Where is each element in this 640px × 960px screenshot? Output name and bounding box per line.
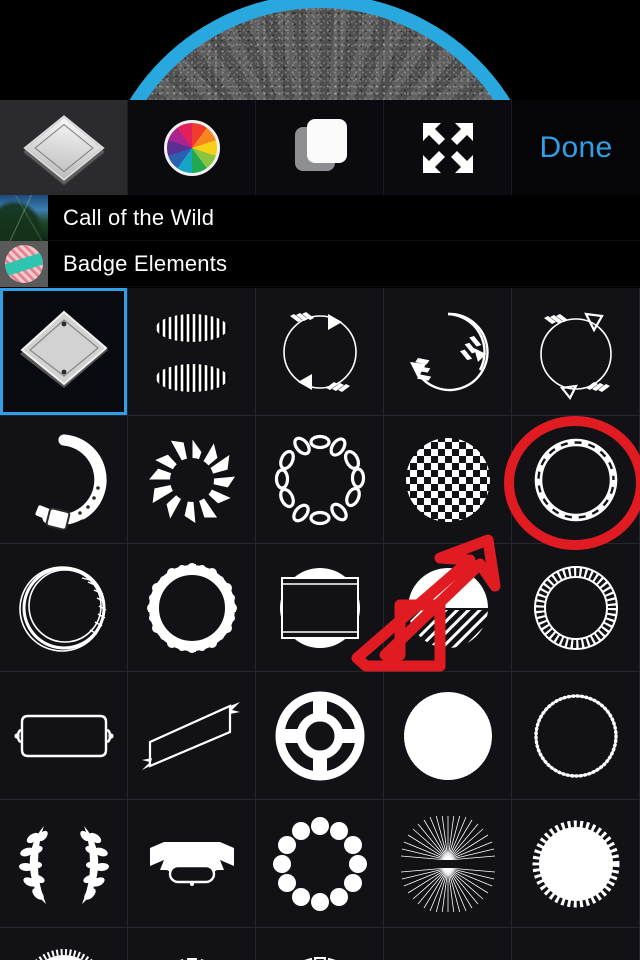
grid-item-life-ring[interactable] [256, 672, 384, 800]
grid-item-arrow-circle-a[interactable] [256, 288, 384, 416]
category-row-badge-elements[interactable]: Badge Elements [0, 240, 640, 287]
diamond-badge-icon [22, 111, 105, 185]
badge-element-grid [0, 288, 640, 960]
grid-item-checker-circle[interactable] [384, 416, 512, 544]
expand-arrows-icon [419, 119, 477, 177]
forest-photo-thumb [0, 194, 48, 241]
grid-item-arrow-circle-b[interactable] [384, 288, 512, 416]
grid-item-flame-blade-ring[interactable] [128, 416, 256, 544]
grid-item-diagonal-ribbon[interactable] [128, 672, 256, 800]
grid-item-striped-lens-pair[interactable] [128, 288, 256, 416]
app-root: Done Call of the Wild Badge Elements [0, 0, 640, 960]
grid-item-arrow-circle-c[interactable] [512, 288, 640, 416]
grid-item-dot-bead-ring[interactable] [256, 800, 384, 928]
grid-item-ribbon-banner[interactable] [128, 800, 256, 928]
tool-color[interactable] [128, 100, 256, 195]
grid-item-empty-slot[interactable] [384, 928, 512, 960]
grid-item-chain-ring[interactable] [256, 416, 384, 544]
category-list: Call of the Wild Badge Elements [0, 194, 640, 288]
category-label: Call of the Wild [63, 204, 215, 230]
color-wheel-icon [163, 119, 220, 176]
grid-item-dotted-ring[interactable] [512, 672, 640, 800]
tool-shape[interactable] [0, 100, 128, 195]
grid-item-laurel-wreath[interactable] [0, 800, 128, 928]
grid-item-sunburst-fan-pair[interactable] [384, 800, 512, 928]
grid-item-belt-buckle-ring[interactable] [0, 416, 128, 544]
grid-item-hatched-ring[interactable] [512, 544, 640, 672]
grid-item-circle-arc[interactable] [512, 928, 640, 960]
grid-item-scallop-arc[interactable] [0, 928, 128, 960]
category-row-call-of-the-wild[interactable]: Call of the Wild [0, 194, 640, 241]
canvas-preview[interactable] [0, 0, 640, 100]
grid-item-rounded-label-frame[interactable] [0, 672, 128, 800]
category-label: Badge Elements [63, 250, 228, 276]
layers-icon [289, 117, 351, 179]
grid-item-dashed-double-ring[interactable] [512, 416, 640, 544]
tool-layers[interactable] [256, 100, 384, 195]
grid-item-circle-banner[interactable] [256, 544, 384, 672]
grid-item-starburst-disc[interactable] [512, 800, 640, 928]
editor-toolbar: Done [0, 100, 640, 195]
grid-item-half-hatched-badge[interactable] [384, 544, 512, 672]
grid-item-ray-fan-solid[interactable] [128, 928, 256, 960]
grid-item-ray-fan-outline[interactable] [256, 928, 384, 960]
grid-item-cog-ring[interactable] [128, 544, 256, 672]
grid-item-sketch-ring[interactable] [0, 544, 128, 672]
texture-overlay [110, 8, 530, 100]
grid-item-scallop-disc[interactable] [384, 672, 512, 800]
tool-resize[interactable] [384, 100, 512, 195]
done-button[interactable]: Done [512, 100, 640, 195]
grid-item-diamond-plaque[interactable] [0, 288, 128, 416]
selected-canvas-object[interactable] [110, 8, 530, 100]
striped-circle-thumb [0, 240, 48, 287]
